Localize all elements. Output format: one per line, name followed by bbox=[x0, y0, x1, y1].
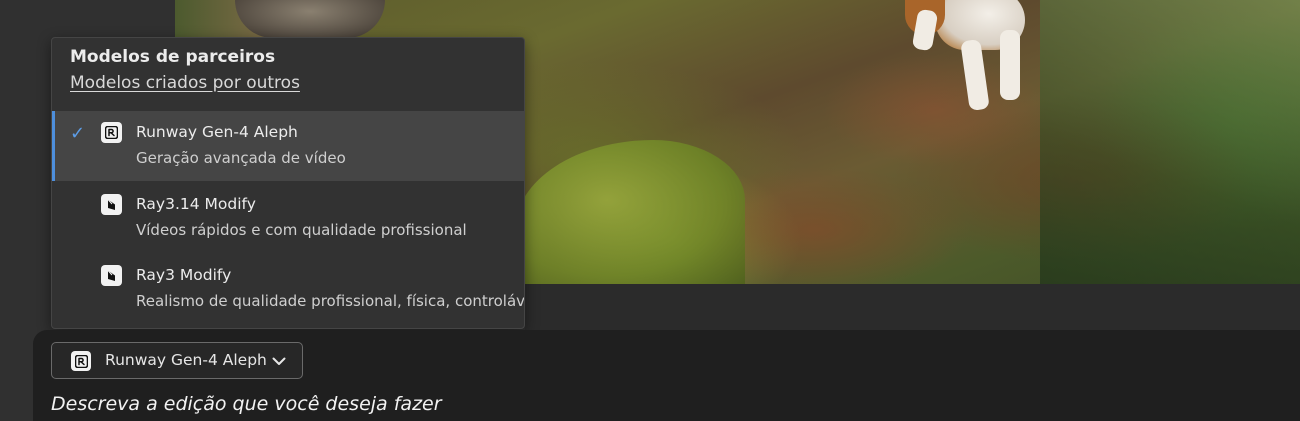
chevron-down-icon bbox=[272, 357, 286, 365]
menu-item-ray3-modify[interactable]: Ray3 Modify Realismo de qualidade profis… bbox=[52, 254, 525, 324]
app-stage: Modelos de parceiros Modelos criados por… bbox=[0, 0, 1300, 421]
luma-logo-icon bbox=[101, 194, 122, 215]
menu-item-description: Realismo de qualidade profissional, físi… bbox=[136, 292, 525, 310]
timeline-band bbox=[525, 284, 1300, 330]
luma-logo-icon bbox=[101, 265, 122, 286]
prompt-input[interactable] bbox=[51, 393, 1151, 415]
video-ferns bbox=[1040, 0, 1300, 284]
video-rock bbox=[235, 0, 385, 38]
video-dog bbox=[905, 0, 1045, 120]
model-menu: Modelos de parceiros Modelos criados por… bbox=[51, 37, 525, 329]
model-select-label: Runway Gen-4 Aleph bbox=[105, 351, 267, 369]
model-select-button[interactable]: Runway Gen-4 Aleph bbox=[51, 342, 303, 379]
menu-item-description: Vídeos rápidos e com qualidade profissio… bbox=[136, 221, 467, 239]
menu-item-runway-gen4-aleph[interactable]: ✓ Runway Gen-4 Aleph Geração avançada de… bbox=[52, 111, 524, 181]
video-moss bbox=[515, 140, 745, 284]
checkmark-icon: ✓ bbox=[70, 123, 86, 144]
menu-item-name: Runway Gen-4 Aleph bbox=[136, 123, 298, 141]
runway-logo-icon bbox=[71, 351, 91, 371]
menu-item-ray314-modify[interactable]: Ray3.14 Modify Vídeos rápidos e com qual… bbox=[52, 183, 524, 253]
menu-item-description: Geração avançada de vídeo bbox=[136, 149, 346, 167]
menu-section-link[interactable]: Modelos criados por outros bbox=[70, 73, 300, 93]
menu-item-name: Ray3 Modify bbox=[136, 266, 232, 284]
menu-section-title: Modelos de parceiros bbox=[70, 47, 276, 67]
menu-item-name: Ray3.14 Modify bbox=[136, 195, 256, 213]
runway-logo-icon bbox=[101, 122, 122, 143]
